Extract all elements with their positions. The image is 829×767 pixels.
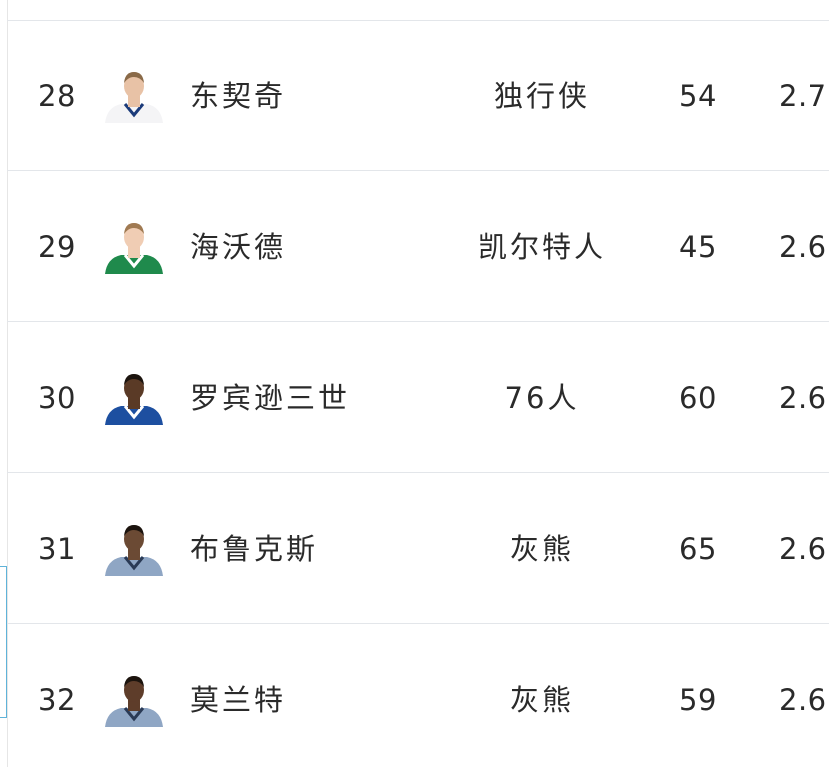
stat-average: 2.7 (779, 79, 827, 113)
rank-cell: 30 (38, 381, 76, 415)
team-name[interactable]: 76人 (437, 323, 647, 473)
stat-average: 2.6 (779, 683, 827, 717)
table-row[interactable]: 30 罗宾逊三世 76人 60 2.6 (7, 323, 829, 473)
player-name[interactable]: 东契奇 (190, 21, 450, 171)
player-name[interactable]: 海沃德 (190, 172, 450, 322)
player-name[interactable]: 罗宾逊三世 (190, 323, 450, 473)
player-name[interactable]: 莫兰特 (190, 625, 450, 767)
rank-cell: 28 (38, 79, 76, 113)
games-count: 59 (679, 683, 717, 717)
table-row[interactable]: 32 莫兰特 灰熊 59 2.6 (7, 625, 829, 767)
player-avatar-icon (105, 525, 163, 576)
games-count: 54 (679, 79, 717, 113)
table-row[interactable]: 29 海沃德 凯尔特人 45 2.6 (7, 172, 829, 322)
games-count: 60 (679, 381, 717, 415)
team-name[interactable]: 独行侠 (437, 21, 647, 171)
player-avatar-icon (105, 223, 163, 274)
team-name[interactable]: 灰熊 (437, 625, 647, 767)
stat-average: 2.6 (779, 230, 827, 264)
games-count: 65 (679, 532, 717, 566)
player-avatar-icon (105, 72, 163, 123)
team-name[interactable]: 灰熊 (437, 474, 647, 624)
ranking-table: 28 东契奇 独行侠 54 2.7 29 海沃德 凯尔特人 45 2.6 30 (7, 0, 829, 767)
player-name[interactable]: 布鲁克斯 (190, 474, 450, 624)
table-row[interactable]: 28 东契奇 独行侠 54 2.7 (7, 21, 829, 171)
team-name[interactable]: 凯尔特人 (437, 172, 647, 322)
table-row[interactable]: 31 布鲁克斯 灰熊 65 2.6 (7, 474, 829, 624)
player-avatar-icon (105, 374, 163, 425)
stat-average: 2.6 (779, 532, 827, 566)
rank-cell: 29 (38, 230, 76, 264)
rank-cell: 31 (38, 532, 76, 566)
rank-cell: 32 (38, 683, 76, 717)
stat-average: 2.6 (779, 381, 827, 415)
side-scroll-marker[interactable] (0, 566, 7, 718)
games-count: 45 (679, 230, 717, 264)
player-avatar-icon (105, 676, 163, 727)
